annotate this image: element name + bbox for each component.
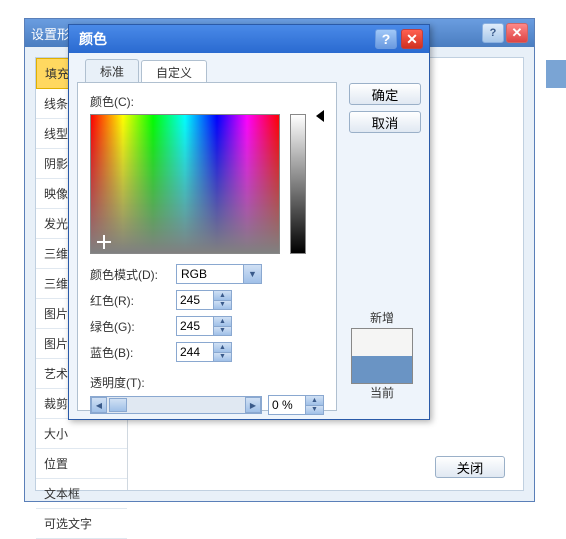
close-icon[interactable]: ✕ — [401, 29, 423, 49]
help-button[interactable]: ? — [375, 29, 397, 49]
spin-down-icon[interactable]: ▼ — [306, 406, 323, 415]
color-mode-value: RGB — [181, 267, 207, 281]
red-label: 红色(R): — [90, 292, 170, 309]
accent-strip — [546, 60, 566, 88]
color-title: 颜色 — [75, 29, 373, 49]
blue-input[interactable] — [177, 343, 213, 361]
sidebar-item-position[interactable]: 位置 — [36, 449, 127, 479]
close-button[interactable]: 关闭 — [435, 456, 505, 478]
tab-standard[interactable]: 标准 — [85, 59, 139, 83]
cancel-button[interactable]: 取消 — [349, 111, 421, 133]
color-field[interactable] — [90, 114, 280, 254]
sidebar-item-alttext[interactable]: 可选文字 — [36, 509, 127, 539]
scroll-right-icon[interactable]: ▶ — [245, 397, 261, 413]
help-button[interactable]: ? — [482, 23, 504, 43]
mode-label: 颜色模式(D): — [90, 266, 170, 283]
chevron-down-icon: ▼ — [243, 265, 261, 283]
red-spinner[interactable]: ▲▼ — [176, 290, 232, 310]
spin-down-icon[interactable]: ▼ — [214, 301, 231, 310]
color-titlebar: 颜色 ? ✕ — [69, 25, 429, 53]
preview-current-color — [352, 356, 412, 383]
color-mode-select[interactable]: RGB ▼ — [176, 264, 262, 284]
color-label: 颜色(C): — [90, 93, 324, 110]
sidebar-item-size[interactable]: 大小 — [36, 419, 127, 449]
luminance-slider[interactable] — [290, 114, 306, 254]
spin-up-icon[interactable]: ▲ — [214, 343, 231, 353]
preview-swatch — [351, 328, 413, 384]
color-body: 标准 自定义 确定 取消 颜色(C): 颜色模式(D): RGB ▼ — [77, 59, 421, 411]
transparency-scrollbar[interactable]: ◀ ▶ — [90, 396, 262, 414]
color-tabs: 标准 自定义 — [85, 59, 421, 83]
red-input[interactable] — [177, 291, 213, 309]
scroll-thumb[interactable] — [109, 398, 127, 412]
green-spinner[interactable]: ▲▼ — [176, 316, 232, 336]
tab-custom[interactable]: 自定义 — [141, 60, 207, 84]
spin-up-icon[interactable]: ▲ — [214, 291, 231, 301]
green-input[interactable] — [177, 317, 213, 335]
preview-new-color — [352, 329, 412, 356]
color-preview: 新增 当前 — [343, 309, 421, 403]
green-label: 绿色(G): — [90, 318, 170, 335]
preview-current-label: 当前 — [343, 384, 421, 401]
transparency-spinner[interactable]: ▲▼ — [268, 395, 324, 415]
close-icon[interactable]: ✕ — [506, 23, 528, 43]
spin-down-icon[interactable]: ▼ — [214, 353, 231, 362]
custom-panel: 颜色(C): 颜色模式(D): RGB ▼ 红色(R): ▲▼ — [77, 82, 337, 411]
transparency-label: 透明度(T): — [90, 374, 324, 391]
blue-label: 蓝色(B): — [90, 344, 170, 361]
color-cursor-icon — [99, 237, 109, 247]
spin-up-icon[interactable]: ▲ — [306, 396, 323, 406]
color-dialog: 颜色 ? ✕ 标准 自定义 确定 取消 颜色(C): 颜色模式(D): RGB — [68, 24, 430, 420]
spin-down-icon[interactable]: ▼ — [214, 327, 231, 336]
luminance-arrow-icon[interactable] — [316, 110, 324, 122]
scroll-left-icon[interactable]: ◀ — [91, 397, 107, 413]
blue-spinner[interactable]: ▲▼ — [176, 342, 232, 362]
ok-button[interactable]: 确定 — [349, 83, 421, 105]
preview-new-label: 新增 — [343, 309, 421, 326]
spin-up-icon[interactable]: ▲ — [214, 317, 231, 327]
transparency-input[interactable] — [269, 396, 305, 414]
